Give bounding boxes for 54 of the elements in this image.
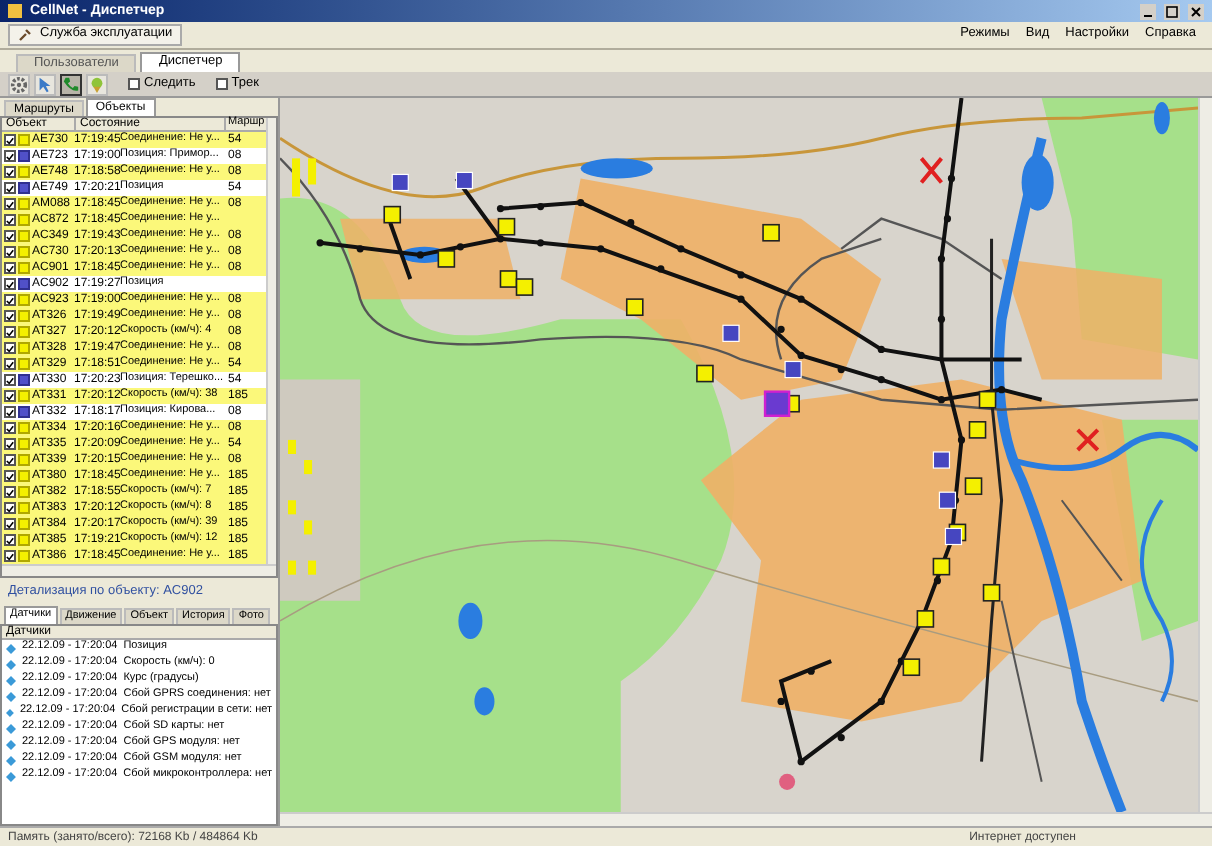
vertical-scrollbar[interactable] (266, 118, 276, 564)
map-marker-icon (88, 75, 106, 93)
parking-icon (18, 374, 30, 386)
checkbox[interactable] (4, 438, 16, 450)
checkbox[interactable] (4, 214, 16, 226)
checkbox[interactable] (4, 342, 16, 354)
bus-icon (18, 134, 30, 146)
checkbox[interactable] (4, 294, 16, 306)
checkbox[interactable] (4, 150, 16, 162)
checkbox[interactable] (4, 182, 16, 194)
checkbox[interactable] (4, 550, 16, 562)
parking-icon (18, 150, 30, 162)
minimize-icon[interactable] (1140, 3, 1156, 19)
pointer-icon (36, 75, 54, 93)
bus-icon (18, 166, 30, 178)
checkbox[interactable] (4, 374, 16, 386)
checkbox[interactable] (4, 518, 16, 530)
checkbox[interactable] (4, 454, 16, 466)
checkbox[interactable] (4, 230, 16, 242)
checkbox[interactable] (4, 406, 16, 418)
parking-icon (18, 406, 30, 418)
toolbar-button[interactable] (34, 73, 56, 95)
gear-icon (10, 75, 28, 93)
parking-icon (18, 182, 30, 194)
checkbox[interactable] (4, 534, 16, 546)
checkbox[interactable] (215, 78, 228, 90)
wrench-icon (18, 28, 32, 42)
checkbox[interactable] (4, 166, 16, 178)
checkbox[interactable] (4, 502, 16, 514)
maximize-icon[interactable] (1164, 3, 1180, 19)
parking-icon (18, 278, 30, 290)
checkbox[interactable] (4, 470, 16, 482)
map-drawing[interactable] (280, 98, 1198, 812)
checkbox[interactable] (128, 78, 140, 90)
checkbox[interactable] (4, 278, 16, 290)
checkbox[interactable] (4, 486, 16, 498)
checkbox[interactable] (4, 310, 16, 322)
horizontal-scrollbar[interactable] (280, 812, 1212, 826)
toolbar-button[interactable] (60, 73, 82, 95)
horizontal-scrollbar[interactable] (2, 564, 276, 576)
vertical-scrollbar[interactable] (1198, 98, 1212, 812)
checkbox[interactable] (4, 358, 16, 370)
checkbox[interactable] (4, 134, 16, 146)
toolbar-button[interactable] (8, 73, 30, 95)
checkbox[interactable] (4, 422, 16, 434)
checkbox[interactable] (4, 390, 16, 402)
close-icon[interactable] (1188, 3, 1204, 19)
checkbox[interactable] (4, 262, 16, 274)
checkbox[interactable] (4, 326, 16, 338)
phone-icon (62, 75, 80, 93)
checkbox[interactable] (4, 198, 16, 210)
checkbox[interactable] (4, 246, 16, 258)
bus-icon (18, 390, 30, 402)
app-icon (8, 4, 22, 18)
